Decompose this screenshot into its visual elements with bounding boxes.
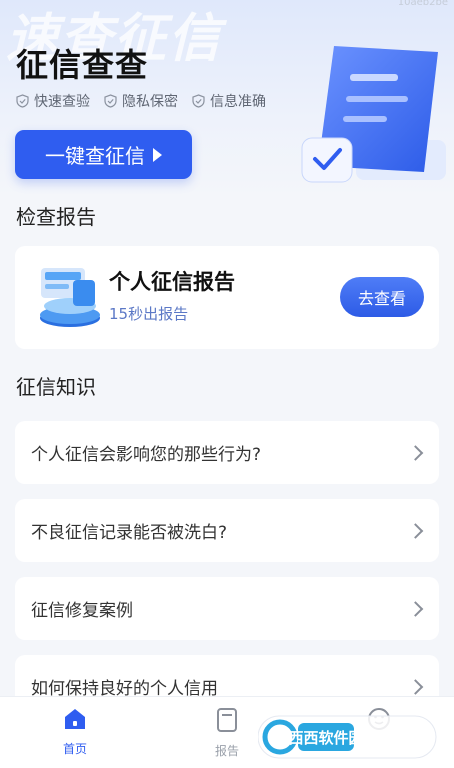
chevron-right-icon (407, 444, 424, 461)
feature-list: 快速查验 隐私保密 信息准确 (16, 91, 266, 111)
report-name: 个人征信报告 (109, 270, 235, 294)
shield-check-icon (16, 94, 29, 108)
knowledge-item-label: 不良征信记录能否被洗白? (31, 523, 228, 543)
knowledge-item-label: 个人征信会影响您的那些行为? (31, 445, 262, 465)
knowledge-item[interactable]: 征信修复案例 (15, 577, 439, 640)
chevron-right-icon (407, 600, 424, 617)
knowledge-item-label: 征信修复案例 (31, 601, 133, 621)
hero-banner: 速查征信 10aeb2be 征信查查 快速查验 隐私保密 信息准确 一键查征信 (0, 0, 454, 200)
home-icon (65, 709, 85, 729)
view-report-button[interactable]: 去查看 (340, 277, 424, 317)
document-check-illustration (301, 46, 446, 183)
play-icon (153, 147, 162, 162)
chevron-right-icon (407, 522, 424, 539)
feature-label: 隐私保密 (122, 94, 178, 110)
knowledge-item[interactable]: 个人征信会影响您的那些行为? (15, 421, 439, 484)
feature-label: 信息准确 (210, 94, 266, 110)
report-subtitle: 15秒出报告 (109, 305, 189, 323)
feature-item: 快速查验 (16, 91, 90, 111)
knowledge-section-title: 征信知识 (16, 375, 96, 399)
tab-home[interactable]: 首页 (45, 707, 105, 757)
site-watermark-text: 西西软件园 (288, 729, 363, 747)
tab-report-label: 报告 (214, 744, 239, 758)
report-section-title: 检查报告 (16, 205, 96, 229)
feature-item: 信息准确 (192, 91, 266, 111)
shield-check-icon (192, 94, 205, 108)
check-credit-label: 一键查征信 (45, 144, 145, 168)
check-credit-button[interactable]: 一键查征信 (15, 130, 192, 179)
feature-item: 隐私保密 (104, 91, 178, 111)
feature-label: 快速查验 (34, 94, 90, 110)
chevron-right-icon (407, 678, 424, 695)
knowledge-item[interactable]: 不良征信记录能否被洗白? (15, 499, 439, 562)
tab-report[interactable]: 报告 (197, 707, 257, 759)
shield-check-icon (104, 94, 117, 108)
personal-report-card[interactable]: 个人征信报告 15秒出报告 去查看 (15, 246, 439, 349)
tab-home-label: 首页 (62, 742, 87, 756)
site-watermark-logo: 西西软件园 (258, 715, 437, 759)
app-title: 征信查查 (16, 46, 149, 84)
corner-id-text: 10aeb2be (397, 0, 448, 8)
report-stack-icon (40, 268, 100, 327)
report-icon (217, 708, 237, 732)
